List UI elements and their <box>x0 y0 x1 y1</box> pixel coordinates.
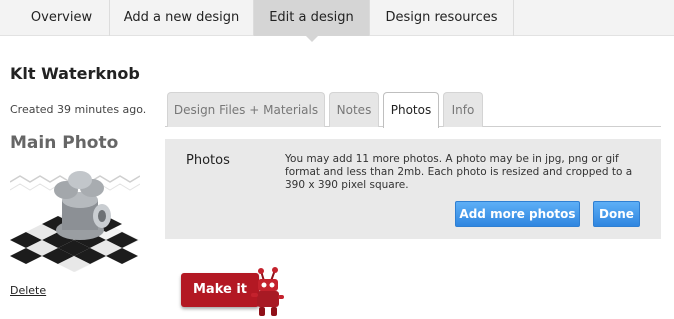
main-photo-thumbnail[interactable] <box>9 160 141 276</box>
design-title: Klt Waterknob <box>10 64 140 83</box>
knob-render-image <box>9 171 141 272</box>
tab-notes[interactable]: Notes <box>329 92 379 127</box>
tab-design-files[interactable]: Design Files + Materials <box>167 92 325 127</box>
photos-panel-heading: Photos <box>186 153 230 168</box>
tab-info[interactable]: Info <box>443 92 483 127</box>
nav-tab-overview[interactable]: Overview <box>14 0 110 36</box>
photos-panel: Photos You may add 11 more photos. A pho… <box>165 139 661 239</box>
done-button[interactable]: Done <box>593 201 640 227</box>
top-navigation: Overview Add a new design Edit a design … <box>0 0 674 42</box>
make-it-label: Make it <box>192 282 248 297</box>
make-it-badge[interactable]: Make it <box>181 267 285 317</box>
tab-photos[interactable]: Photos <box>383 92 439 128</box>
photos-panel-description: You may add 11 more photos. A photo may … <box>285 153 633 191</box>
nav-tab-design-resources[interactable]: Design resources <box>370 0 514 36</box>
delete-photo-link[interactable]: Delete <box>10 284 46 297</box>
add-more-photos-button[interactable]: Add more photos <box>455 201 580 227</box>
main-photo-heading: Main Photo <box>10 133 119 153</box>
robot-icon <box>251 267 284 316</box>
created-timestamp: Created 39 minutes ago. <box>10 103 147 116</box>
nav-tab-edit-design[interactable]: Edit a design <box>254 0 370 42</box>
nav-tab-add-design[interactable]: Add a new design <box>110 0 254 36</box>
